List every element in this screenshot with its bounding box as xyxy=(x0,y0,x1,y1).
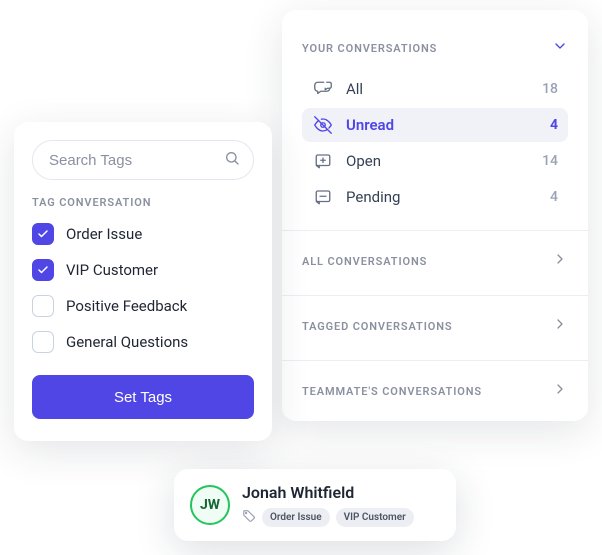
tag-list: Order Issue VIP Customer Positive Feedba… xyxy=(32,223,254,353)
tag-label: Order Issue xyxy=(66,225,142,243)
conv-item-unread[interactable]: Unread 4 xyxy=(302,108,568,142)
tag-item-order-issue[interactable]: Order Issue xyxy=(32,223,254,245)
tag-pill: Order Issue xyxy=(262,508,330,527)
conv-group-teammate: TEAMMATE'S CONVERSATIONS xyxy=(282,369,588,417)
conv-item-pending[interactable]: Pending 4 xyxy=(302,180,568,214)
avatar: JW xyxy=(190,485,230,525)
contact-card: JW Jonah Whitfield Order Issue VIP Custo… xyxy=(174,469,456,541)
set-tags-button[interactable]: Set Tags xyxy=(32,375,254,419)
conv-item-count: 4 xyxy=(550,117,558,133)
chevron-right-icon xyxy=(552,381,568,401)
conv-items: All 18 Unread 4 Open 14 xyxy=(302,66,568,214)
contact-main: Jonah Whitfield Order Issue VIP Customer xyxy=(242,483,440,527)
search-tags-input[interactable] xyxy=(32,140,254,180)
tag-item-vip-customer[interactable]: VIP Customer xyxy=(32,259,254,281)
conv-group-your: YOUR CONVERSATIONS All 18 Unread 4 xyxy=(282,26,588,222)
conv-item-all[interactable]: All 18 xyxy=(302,72,568,106)
conv-item-label: All xyxy=(346,80,530,98)
conv-group-title: TAGGED CONVERSATIONS xyxy=(302,320,452,333)
conv-item-label: Unread xyxy=(346,116,538,134)
conv-header-tagged[interactable]: TAGGED CONVERSATIONS xyxy=(302,308,568,344)
divider xyxy=(282,295,588,296)
checkbox-icon xyxy=(32,295,54,317)
chat-icon xyxy=(312,80,334,98)
pending-icon xyxy=(312,188,334,206)
plus-box-icon xyxy=(312,152,334,170)
tag-item-general-questions[interactable]: General Questions xyxy=(32,331,254,353)
conv-header-all[interactable]: ALL CONVERSATIONS xyxy=(302,243,568,279)
checkbox-icon xyxy=(32,223,54,245)
conv-item-label: Pending xyxy=(346,188,538,206)
checkbox-icon xyxy=(32,331,54,353)
tag-icon xyxy=(242,508,256,527)
tag-pill: VIP Customer xyxy=(336,508,414,527)
conv-item-open[interactable]: Open 14 xyxy=(302,144,568,178)
conversations-panel: YOUR CONVERSATIONS All 18 Unread 4 xyxy=(282,10,588,421)
conv-group-title: TEAMMATE'S CONVERSATIONS xyxy=(302,385,482,398)
contact-name: Jonah Whitfield xyxy=(242,483,440,502)
conv-item-count: 14 xyxy=(542,153,558,169)
conv-group-all: ALL CONVERSATIONS xyxy=(282,239,588,287)
contact-tags: Order Issue VIP Customer xyxy=(242,508,440,527)
checkbox-icon xyxy=(32,259,54,281)
divider xyxy=(282,230,588,231)
chevron-down-icon xyxy=(552,38,568,58)
tag-label: Positive Feedback xyxy=(66,297,187,315)
chevron-right-icon xyxy=(552,251,568,271)
conv-group-tagged: TAGGED CONVERSATIONS xyxy=(282,304,588,352)
conv-header-teammate[interactable]: TEAMMATE'S CONVERSATIONS xyxy=(302,373,568,409)
conv-item-count: 18 xyxy=(542,81,558,97)
conv-item-label: Open xyxy=(346,152,530,170)
conv-group-title: ALL CONVERSATIONS xyxy=(302,255,427,268)
conv-header-your[interactable]: YOUR CONVERSATIONS xyxy=(302,30,568,66)
conv-group-title: YOUR CONVERSATIONS xyxy=(302,42,437,55)
tag-label: General Questions xyxy=(66,333,188,351)
eye-off-icon xyxy=(312,116,334,134)
tag-section-heading: TAG CONVERSATION xyxy=(32,196,254,209)
conv-item-count: 4 xyxy=(550,189,558,205)
search-wrap xyxy=(32,140,254,180)
tag-panel: TAG CONVERSATION Order Issue VIP Custome… xyxy=(14,122,272,441)
chevron-right-icon xyxy=(552,316,568,336)
divider xyxy=(282,360,588,361)
tag-label: VIP Customer xyxy=(66,261,158,279)
tag-item-positive-feedback[interactable]: Positive Feedback xyxy=(32,295,254,317)
